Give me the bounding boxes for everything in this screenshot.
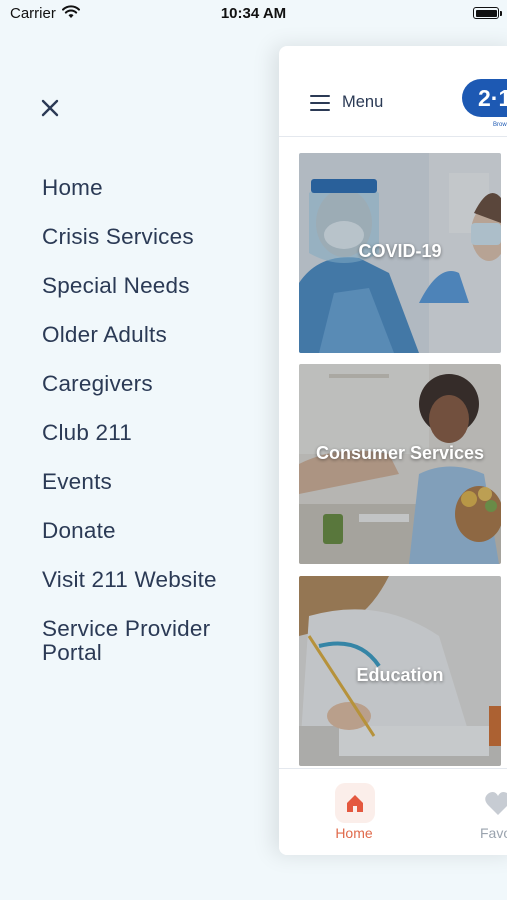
side-menu-item-special-needs[interactable]: Special Needs	[42, 274, 262, 298]
card-label: Consumer Services	[315, 443, 485, 463]
status-bar: Carrier 10:34 AM	[0, 0, 507, 30]
hamburger-icon[interactable]	[310, 95, 330, 111]
home-icon	[347, 795, 363, 812]
side-menu-item-events[interactable]: Events	[42, 470, 262, 494]
main-panel[interactable]: Menu 2·1 Brow COVID-19 Consumer Services…	[279, 46, 507, 855]
close-icon[interactable]	[38, 96, 62, 120]
category-card-covid[interactable]: COVID-19	[299, 153, 501, 353]
category-card-consumer-services[interactable]: Consumer Services	[299, 364, 501, 564]
logo-text: 2·1	[478, 85, 507, 111]
tab-home[interactable]: Home	[319, 781, 389, 841]
battery-icon	[473, 7, 499, 19]
card-label: Education	[356, 665, 444, 685]
heart-icon	[485, 792, 507, 815]
tab-home-label: Home	[335, 825, 373, 841]
top-bar: Menu 2·1 Brow	[279, 46, 507, 137]
side-menu-item-donate[interactable]: Donate	[42, 519, 262, 543]
category-card-education[interactable]: Education	[299, 576, 501, 766]
side-menu-item-crisis-services[interactable]: Crisis Services	[42, 225, 262, 249]
side-menu: Home Crisis Services Special Needs Older…	[42, 176, 262, 690]
battery-tip	[500, 11, 502, 16]
side-menu-item-service-provider-portal[interactable]: Service Provider Portal	[42, 617, 232, 665]
logo: 2·1	[462, 79, 507, 117]
tab-favorites[interactable]: Favo	[474, 781, 507, 841]
card-shade	[299, 364, 501, 564]
side-menu-item-club-211[interactable]: Club 211	[42, 421, 262, 445]
tab-favorites-label: Favo	[480, 825, 507, 841]
clock: 10:34 AM	[220, 5, 287, 22]
side-menu-item-home[interactable]: Home	[42, 176, 262, 200]
card-label: COVID-19	[358, 241, 442, 261]
side-menu-item-visit-website[interactable]: Visit 211 Website	[42, 568, 262, 592]
tab-bar: Home Favo	[279, 768, 507, 855]
side-menu-item-older-adults[interactable]: Older Adults	[42, 323, 262, 347]
side-menu-item-caregivers[interactable]: Caregivers	[42, 372, 262, 396]
home-icon-box	[335, 783, 375, 823]
logo-subtext: Brow	[493, 122, 507, 128]
menu-button-label[interactable]: Menu	[342, 93, 383, 112]
